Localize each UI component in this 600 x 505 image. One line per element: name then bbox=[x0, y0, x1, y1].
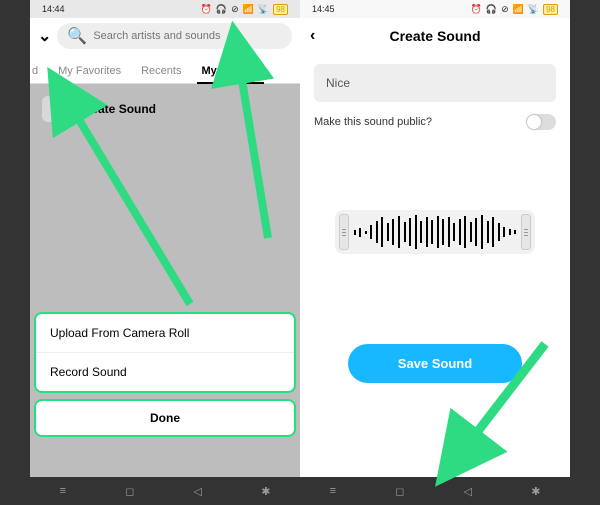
annotation-arrow-icon bbox=[60, 94, 200, 319]
dnd-icon: ⊘ bbox=[501, 4, 509, 15]
signal-icon: 📡 bbox=[258, 4, 269, 15]
status-time: 14:44 bbox=[42, 4, 65, 14]
tabs: d My Favorites Recents My Sounds bbox=[30, 54, 300, 84]
status-time: 14:45 bbox=[312, 4, 335, 14]
tab-my-favorites[interactable]: My Favorites bbox=[48, 65, 131, 83]
status-bar: 14:45 ⏰ 🎧 ⊘ 📶 📡 98 bbox=[300, 0, 570, 18]
dnd-icon: ⊘ bbox=[231, 4, 239, 15]
make-public-label: Make this sound public? bbox=[314, 116, 432, 128]
phone-create-sound: 14:45 ⏰ 🎧 ⊘ 📶 📡 98 ‹ Create Sound Nice M… bbox=[300, 0, 570, 505]
back-icon[interactable]: ‹ bbox=[310, 27, 315, 45]
nav-recent-icon[interactable]: ≡ bbox=[60, 485, 66, 497]
battery-icon: 98 bbox=[543, 4, 558, 15]
collapse-chevron-icon[interactable]: ⌄ bbox=[38, 26, 51, 46]
android-nav-bar: ≡ ◻ ◁ ✱ bbox=[300, 477, 570, 505]
nav-back-icon[interactable]: ◁ bbox=[194, 485, 202, 498]
android-nav-bar: ≡ ◻ ◁ ✱ bbox=[30, 477, 300, 505]
nav-recent-icon[interactable]: ≡ bbox=[330, 485, 336, 497]
make-public-row: Make this sound public? bbox=[314, 114, 556, 130]
search-input[interactable] bbox=[93, 30, 282, 42]
phone-sounds-list: 14:44 ⏰ 🎧 ⊘ 📶 📡 98 ⌄ 🔍 d My bbox=[30, 0, 300, 505]
tab-recents[interactable]: Recents bbox=[131, 65, 191, 83]
save-sound-button[interactable]: Save Sound bbox=[348, 344, 522, 383]
search-box[interactable]: 🔍 bbox=[57, 23, 292, 49]
wifi-icon: 📶 bbox=[243, 4, 254, 15]
wifi-icon: 📶 bbox=[513, 4, 524, 15]
search-icon: 🔍 bbox=[67, 26, 87, 46]
nav-accessibility-icon[interactable]: ✱ bbox=[531, 485, 540, 498]
alarm-icon: ⏰ bbox=[471, 4, 482, 15]
action-sheet: Upload From Camera Roll Record Sound Don… bbox=[34, 312, 296, 437]
create-sound-label: Create Sound bbox=[78, 102, 156, 116]
battery-icon: 98 bbox=[273, 4, 288, 15]
title-bar: ‹ Create Sound bbox=[300, 18, 570, 54]
sheet-upload-camera-roll[interactable]: Upload From Camera Roll bbox=[36, 314, 294, 353]
status-bar: 14:44 ⏰ 🎧 ⊘ 📶 📡 98 bbox=[30, 0, 300, 18]
page-title: Create Sound bbox=[389, 28, 480, 44]
nav-home-icon[interactable]: ◻ bbox=[395, 485, 404, 498]
nav-back-icon[interactable]: ◁ bbox=[464, 485, 472, 498]
create-sound-row[interactable]: + Create Sound bbox=[42, 96, 288, 122]
plus-icon: + bbox=[42, 96, 68, 122]
alarm-icon: ⏰ bbox=[201, 4, 212, 15]
annotation-arrow-icon bbox=[190, 58, 280, 253]
headphones-icon: 🎧 bbox=[486, 4, 497, 15]
top-bar: ⌄ 🔍 bbox=[30, 18, 300, 54]
nav-home-icon[interactable]: ◻ bbox=[125, 485, 134, 498]
tab-my-sounds[interactable]: My Sounds bbox=[191, 65, 270, 83]
sheet-done-button[interactable]: Done bbox=[34, 399, 296, 437]
trim-handle-right[interactable] bbox=[521, 214, 531, 250]
trim-handle-left[interactable] bbox=[339, 214, 349, 250]
make-public-toggle[interactable] bbox=[526, 114, 556, 130]
sheet-record-sound[interactable]: Record Sound bbox=[36, 353, 294, 391]
headphones-icon: 🎧 bbox=[216, 4, 227, 15]
tab-featured-cut[interactable]: d bbox=[30, 65, 48, 83]
nav-accessibility-icon[interactable]: ✱ bbox=[261, 485, 270, 498]
sound-name-field[interactable]: Nice bbox=[314, 64, 556, 102]
signal-icon: 📡 bbox=[528, 4, 539, 15]
waveform-trimmer[interactable] bbox=[335, 210, 535, 254]
waveform-icon bbox=[352, 214, 518, 250]
